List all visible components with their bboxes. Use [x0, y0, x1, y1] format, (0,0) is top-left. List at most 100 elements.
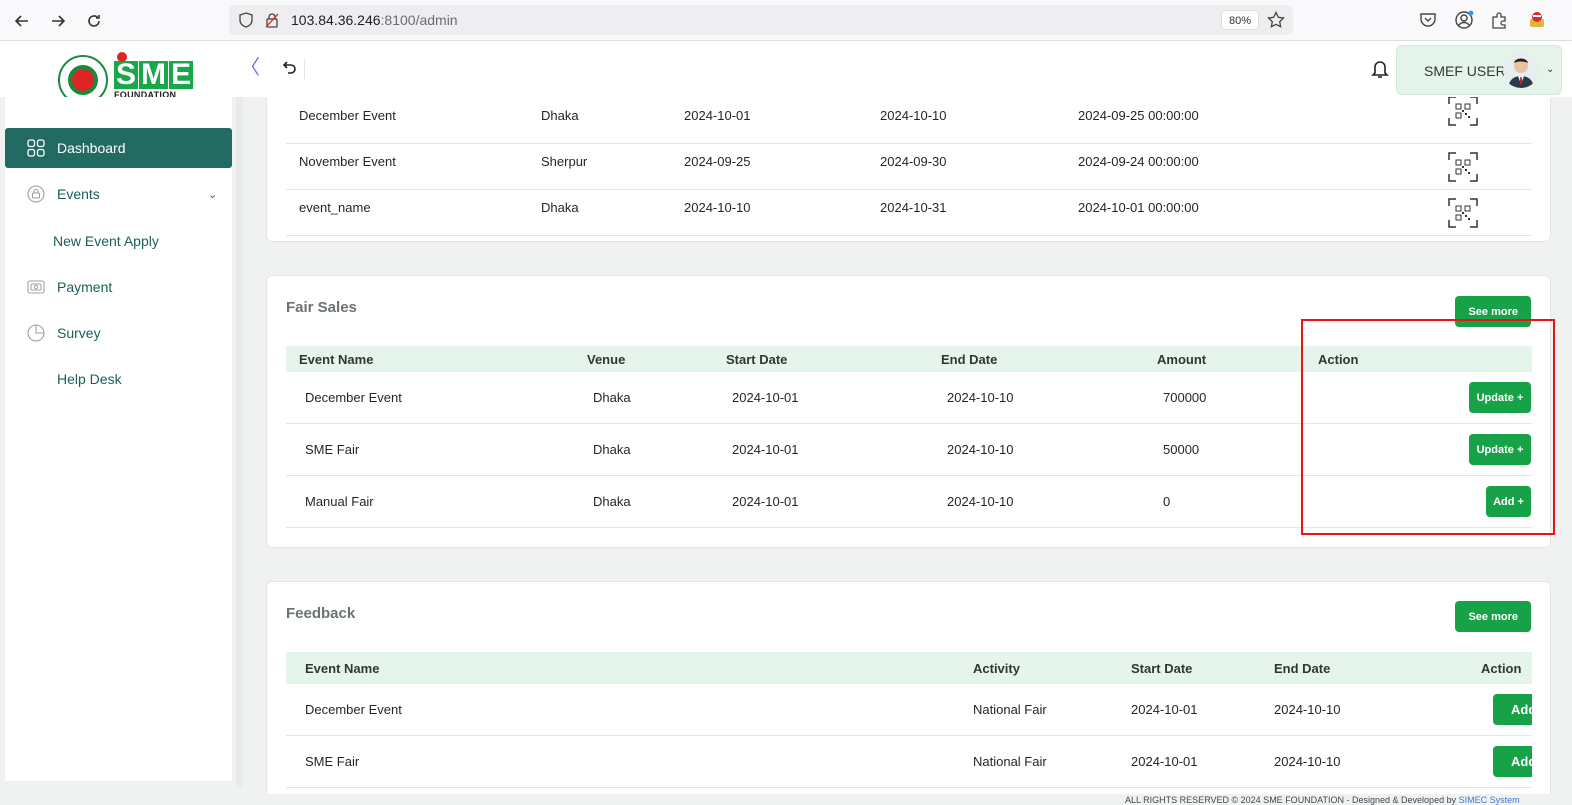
- venue-cell: Sherpur: [541, 154, 588, 169]
- feedback-see-more-button[interactable]: See more: [1455, 601, 1531, 632]
- column-header: Amount: [1157, 352, 1207, 367]
- undo-icon[interactable]: [280, 57, 300, 79]
- end-date-cell: 2024-10-10: [947, 442, 1014, 457]
- qr-code-icon[interactable]: [1448, 198, 1478, 228]
- sidebar-item-help-desk[interactable]: Help Desk: [5, 359, 232, 399]
- user-name: SMEF USER: [1424, 63, 1506, 79]
- card-title: Fair Sales: [286, 299, 357, 316]
- highlight-box: [1301, 319, 1555, 535]
- star-icon[interactable]: [1267, 11, 1285, 29]
- column-header: Start Date: [1131, 661, 1193, 676]
- table-row: event_name Dhaka 2024-10-10 2024-10-31 2…: [286, 190, 1532, 236]
- browser-toolbar: 103.84.36.246:8100/admin 80%: [0, 0, 1572, 41]
- payment-icon: [26, 277, 46, 297]
- insecure-lock-icon[interactable]: [263, 11, 281, 29]
- column-header: Venue: [587, 352, 626, 367]
- table-row: November Event Sherpur 2024-09-25 2024-0…: [286, 144, 1532, 190]
- table-row: December Event Dhaka 2024-10-01 2024-10-…: [286, 97, 1532, 144]
- activity-cell: National Fair: [973, 754, 1047, 769]
- column-header: Action: [1481, 661, 1522, 676]
- start-date-cell: 2024-10-01: [1131, 754, 1198, 769]
- chevron-down-icon[interactable]: ⌄: [208, 188, 217, 201]
- url-text: 103.84.36.246:8100/admin: [291, 12, 458, 28]
- pie-chart-icon: [26, 323, 46, 343]
- sidebar-item-dashboard[interactable]: Dashboard: [5, 128, 232, 168]
- bell-icon[interactable]: [1369, 57, 1391, 81]
- start-date-cell: 2024-10-01: [732, 390, 799, 405]
- start-date-cell: 2024-09-25: [684, 154, 751, 169]
- end-date-cell: 2024-10-10: [947, 494, 1014, 509]
- created-cell: 2024-09-24 00:00:00: [1078, 154, 1199, 169]
- end-date-cell: 2024-10-10: [1274, 702, 1341, 717]
- end-date-cell: 2024-10-10: [880, 108, 947, 123]
- event-name-cell: November Event: [299, 154, 396, 169]
- start-date-cell: 2024-10-10: [684, 200, 751, 215]
- created-cell: 2024-10-01 00:00:00: [1078, 200, 1199, 215]
- start-date-cell: 2024-10-01: [1131, 702, 1198, 717]
- extensions-icon[interactable]: [1488, 9, 1510, 31]
- venue-cell: Dhaka: [541, 108, 579, 123]
- zoom-badge[interactable]: 80%: [1221, 10, 1260, 30]
- created-cell: 2024-09-25 00:00:00: [1078, 108, 1199, 123]
- events-card: December Event Dhaka 2024-10-01 2024-10-…: [266, 97, 1551, 242]
- add-feedback-button[interactable]: Add: [1493, 746, 1532, 777]
- chevron-down-icon[interactable]: ⌄: [1546, 64, 1554, 75]
- app-header: SME FOUNDATION 〈 SMEF USER ⌄: [0, 41, 1572, 105]
- pocket-icon[interactable]: [1417, 9, 1439, 31]
- start-date-cell: 2024-10-01: [732, 494, 799, 509]
- start-date-cell: 2024-10-01: [684, 108, 751, 123]
- back-icon[interactable]: [10, 9, 34, 33]
- sidebar-item-label: Dashboard: [57, 140, 126, 156]
- sidebar-item-new-event-apply[interactable]: New Event Apply: [5, 221, 232, 261]
- shield-icon[interactable]: [237, 11, 255, 29]
- avatar: [1503, 52, 1539, 88]
- forward-icon[interactable]: [46, 9, 70, 33]
- sidebar-item-survey[interactable]: Survey: [5, 313, 232, 353]
- user-menu[interactable]: SMEF USER ⌄: [1396, 45, 1562, 95]
- venue-cell: Dhaka: [593, 390, 631, 405]
- end-date-cell: 2024-10-10: [947, 390, 1014, 405]
- sidebar-item-label: Survey: [57, 325, 101, 341]
- venue-cell: Dhaka: [593, 442, 631, 457]
- sidebar-item-events[interactable]: Events ⌄: [5, 174, 232, 214]
- account-icon[interactable]: [1453, 9, 1475, 31]
- qr-code-icon[interactable]: [1448, 152, 1478, 182]
- table-header: Event Name Activity Start Date End Date …: [286, 652, 1532, 684]
- column-header: End Date: [941, 352, 998, 367]
- end-date-cell: 2024-10-10: [1274, 754, 1341, 769]
- sidebar-item-label: Payment: [57, 279, 113, 295]
- column-header: Start Date: [726, 352, 788, 367]
- sidebar-item-payment[interactable]: Payment: [5, 267, 232, 307]
- column-header: Event Name: [305, 661, 380, 676]
- amount-cell: 50000: [1163, 442, 1200, 457]
- column-header: End Date: [1274, 661, 1331, 676]
- lock-icon: [26, 184, 46, 204]
- end-date-cell: 2024-10-31: [880, 200, 947, 215]
- logo-wordmark: SME: [114, 51, 194, 89]
- column-header: Event Name: [299, 352, 374, 367]
- start-date-cell: 2024-10-01: [732, 442, 799, 457]
- sidebar-item-label: Help Desk: [57, 371, 122, 387]
- activity-cell: National Fair: [973, 702, 1047, 717]
- column-header: Activity: [973, 661, 1020, 676]
- table-row: December Event National Fair 2024-10-01 …: [286, 684, 1532, 736]
- sidebar-item-label: New Event Apply: [53, 233, 159, 249]
- header-divider: [304, 59, 305, 79]
- add-feedback-button[interactable]: Add: [1493, 694, 1532, 725]
- reload-icon[interactable]: [82, 9, 106, 33]
- card-title: Feedback: [286, 605, 356, 622]
- address-bar[interactable]: 103.84.36.246:8100/admin 80%: [229, 5, 1293, 35]
- extension-app-icon[interactable]: [1526, 9, 1548, 31]
- amount-cell: 0: [1163, 494, 1171, 509]
- venue-cell: Dhaka: [541, 200, 579, 215]
- qr-code-icon[interactable]: [1448, 97, 1478, 126]
- event-name-cell: December Event: [299, 108, 396, 123]
- venue-cell: Dhaka: [593, 494, 631, 509]
- event-name-cell: SME Fair: [305, 754, 360, 769]
- end-date-cell: 2024-09-30: [880, 154, 947, 169]
- collapse-sidebar-icon[interactable]: 〈: [240, 57, 260, 81]
- grid-icon: [26, 138, 46, 158]
- event-name-cell: December Event: [305, 390, 402, 405]
- event-name-cell: SME Fair: [305, 442, 360, 457]
- event-name-cell: December Event: [305, 702, 402, 717]
